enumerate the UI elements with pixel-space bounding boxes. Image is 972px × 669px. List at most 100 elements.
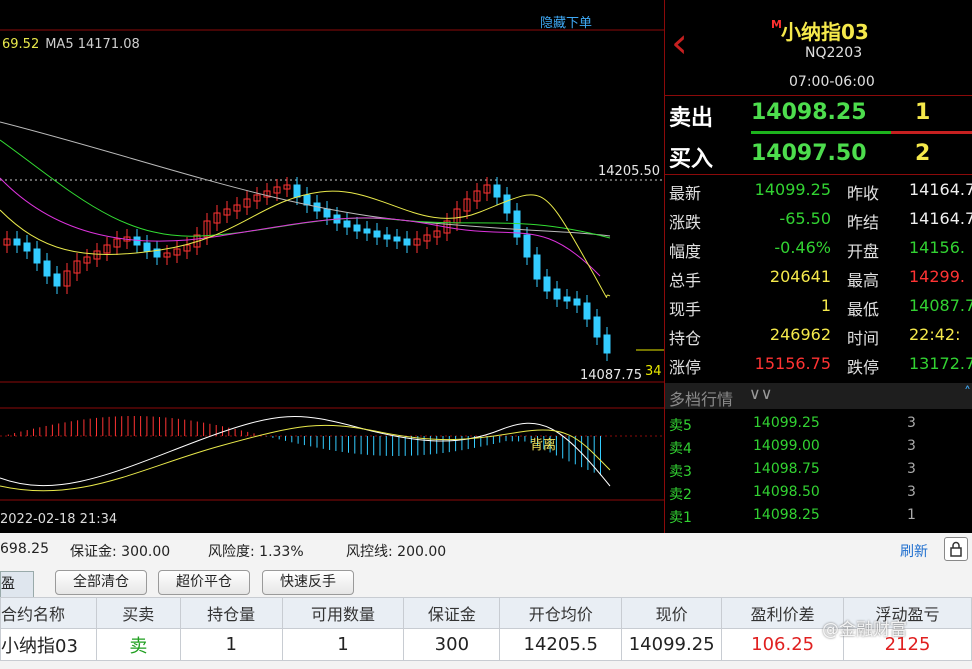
candle-body (23, 242, 31, 252)
candle-body (383, 234, 391, 240)
ma-line-yellow (0, 190, 611, 298)
depth-header[interactable]: 多档行情 ∨∨ ˄ (665, 383, 972, 409)
symbol-name: 小纳指03 (781, 20, 869, 44)
quick-reverse-button[interactable]: 快速反手 (262, 570, 354, 595)
depth-level: 卖1 (669, 510, 692, 526)
col-side[interactable]: 买卖 (95, 597, 181, 629)
candle-body (13, 238, 21, 246)
cell-available: 1 (281, 628, 405, 661)
depth-qty: 3 (907, 415, 916, 431)
collapse-caret-icon[interactable]: ˄ (964, 385, 971, 401)
stat-v2: 14299. (909, 267, 965, 286)
table-row[interactable]: 小纳指03 卖 1 1 300 14205.5 14099.25 106.25 … (0, 628, 972, 661)
candle-body (353, 224, 361, 232)
stat-v1: -0.46% (774, 238, 831, 257)
candle-body (523, 234, 531, 258)
stat-l2: 跌停 (847, 358, 880, 377)
super-close-button[interactable]: 超价平仓 (158, 570, 250, 595)
stat-v1: 246962 (769, 325, 831, 344)
candle-body (53, 273, 61, 287)
ask-qty: 1 (915, 100, 931, 125)
col-open-avg[interactable]: 开仓均价 (499, 597, 623, 629)
trading-hours: 07:00-06:00 (789, 74, 875, 90)
candle-body (493, 184, 501, 198)
positions-header-row: 合约名称 买卖 持仓量 可用数量 保证金 开仓均价 现价 盈利价差 浮动盈亏 (0, 597, 972, 629)
stat-v1: 204641 (769, 267, 831, 286)
candle-body (293, 184, 301, 198)
trade-panel: 698.25 保证金: 300.00 风险度: 1.33% 风控线: 200.0… (0, 533, 972, 669)
candle-body (33, 248, 41, 264)
stat-v2: 14156. (909, 238, 965, 257)
depth-level: 卖5 (669, 418, 692, 434)
cell-profit-diff: 106.25 (721, 628, 845, 661)
depth-price: 14098.50 (753, 484, 820, 500)
depth-qty: 3 (907, 461, 916, 477)
account-bar: 698.25 保证金: 300.00 风险度: 1.33% 风控线: 200.0… (0, 533, 972, 567)
col-margin[interactable]: 保证金 (403, 597, 501, 629)
stat-v1: 14099.25 (754, 180, 831, 199)
stat-l2: 昨收 (847, 184, 880, 203)
bidask-divider-green (751, 131, 891, 134)
stat-v2: 14164.7 (909, 180, 972, 199)
ask-price: 14098.25 (751, 100, 867, 125)
ask-label: 卖出 (669, 106, 714, 131)
quote-stat-row: 总手 204641 最高 14299. (665, 263, 972, 292)
col-profit-diff[interactable]: 盈利价差 (721, 597, 845, 629)
cell-floating-pnl: 2125 (843, 628, 972, 661)
depth-row[interactable]: 卖3 14098.75 3 (665, 458, 972, 481)
stat-v2: 14087.7 (909, 296, 972, 315)
candle-body (573, 298, 581, 306)
double-chevron-down-icon[interactable]: ∨∨ (749, 384, 772, 403)
lock-icon[interactable] (944, 537, 968, 561)
chart-canvas (0, 29, 664, 501)
stat-l2: 最低 (847, 300, 880, 319)
candle-body (583, 302, 591, 320)
col-contract[interactable]: 合约名称 (0, 597, 97, 629)
stat-l2: 开盘 (847, 242, 880, 261)
candle-body (363, 228, 371, 234)
price-right-label: 34 (645, 364, 662, 379)
hide-order-link[interactable]: 隐藏下单 (540, 12, 592, 31)
col-position[interactable]: 持仓量 (179, 597, 283, 629)
ask-row[interactable]: 卖出 14098.25 1 (665, 96, 972, 134)
stat-v1: 1 (820, 296, 831, 315)
col-available[interactable]: 可用数量 (281, 597, 405, 629)
stat-v2: 13172.7 (909, 354, 972, 373)
contract-code: NQ2203 (805, 45, 863, 61)
depth-row[interactable]: 卖5 14099.25 3 (665, 412, 972, 435)
depth-row[interactable]: 卖1 14098.25 1 (665, 504, 972, 527)
stat-v2: 14164.7 (909, 209, 972, 228)
tab-stop-profit[interactable]: 止盈 (0, 571, 34, 597)
col-floating-pnl[interactable]: 浮动盈亏 (843, 597, 972, 629)
candle-body (343, 220, 351, 228)
stat-l1: 涨停 (669, 358, 702, 377)
cell-side: 卖 (95, 628, 181, 661)
candle-body (533, 254, 541, 280)
stat-l1: 涨跌 (669, 213, 702, 232)
candle-body (603, 334, 611, 354)
account-partial-value: 698.25 (0, 541, 49, 557)
depth-price: 14099.25 (753, 415, 820, 431)
refresh-link[interactable]: 刷新 (900, 541, 928, 561)
depth-price: 14098.25 (753, 507, 820, 523)
depth-row[interactable]: 卖2 14098.50 3 (665, 481, 972, 504)
stat-l2: 最高 (847, 271, 880, 290)
candle-body (563, 296, 571, 302)
ma-partial-value: 69.52 (2, 37, 40, 52)
bid-row[interactable]: 买入 14097.50 2 (665, 137, 972, 175)
macd-divergence-note: 背离 (530, 438, 557, 453)
back-arrow-icon[interactable]: ‹ (671, 22, 688, 64)
ma-legend: 69.52 MA5 14171.08 (2, 37, 140, 52)
kline-chart[interactable]: 隐藏下单 69.52 MA5 14171.08 14205.50 14087.75… (0, 0, 664, 533)
quote-stat-row: 幅度 -0.46% 开盘 14156. (665, 234, 972, 263)
close-all-button[interactable]: 全部清仓 (55, 570, 147, 595)
col-current-price[interactable]: 现价 (621, 597, 723, 629)
stat-v2: 22:42: (909, 325, 961, 344)
macd-dea-line (0, 424, 611, 492)
stat-v1: 15156.75 (754, 354, 831, 373)
candle-body (373, 230, 381, 238)
positions-table: 合约名称 买卖 持仓量 可用数量 保证金 开仓均价 现价 盈利价差 浮动盈亏 小… (0, 597, 972, 661)
stat-l1: 最新 (669, 184, 702, 203)
quote-stat-row: 最新 14099.25 昨收 14164.7 (665, 176, 972, 205)
depth-row[interactable]: 卖4 14099.00 3 (665, 435, 972, 458)
